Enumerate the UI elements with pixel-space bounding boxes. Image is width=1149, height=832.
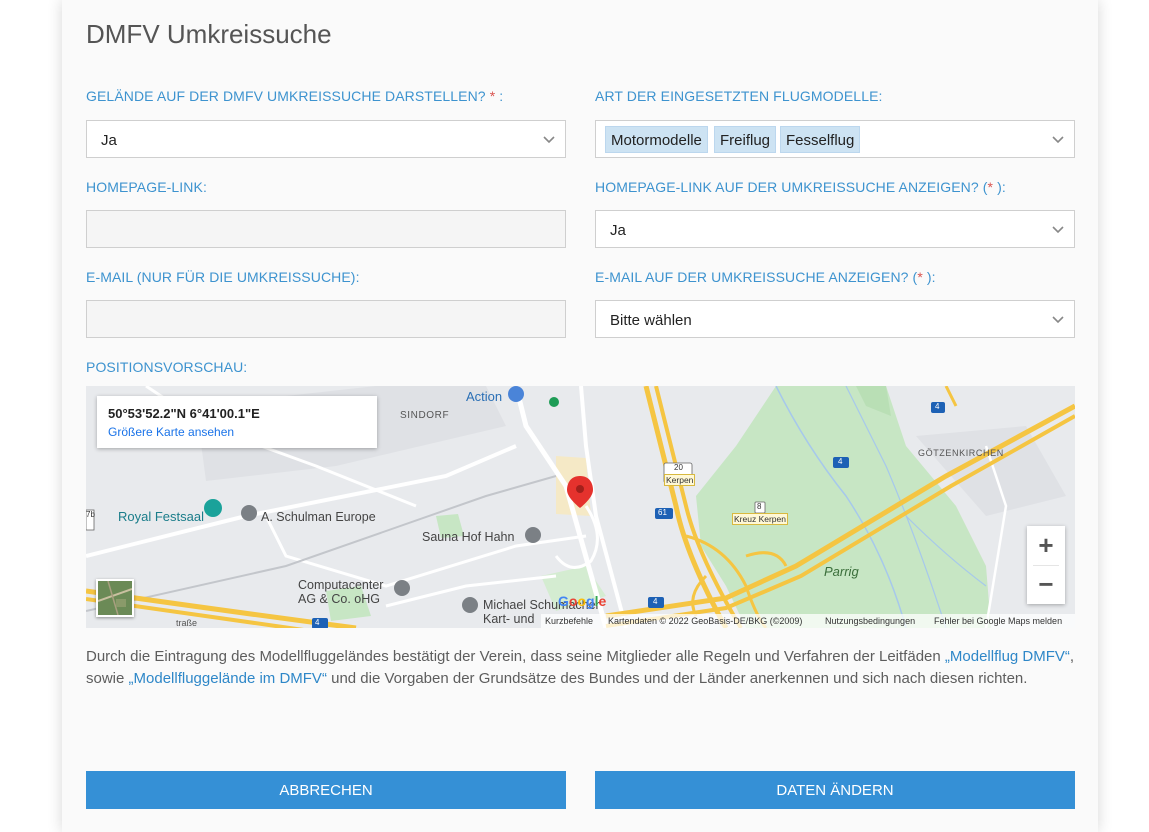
select-value: Ja [101, 132, 117, 149]
show-homepage-label: HOMEPAGE-LINK AUF DER UMKREISSUCHE ANZEI… [595, 179, 1006, 195]
zoom-in-button[interactable]: + [1027, 526, 1065, 565]
map-place-schulman: A. Schulman Europe [261, 510, 376, 524]
tag-fesselflug[interactable]: Fesselflug [780, 126, 861, 153]
disclaimer-text: Durch die Eintragung des Modellfluggelän… [86, 646, 1076, 690]
chevron-down-icon [1052, 226, 1064, 234]
show-homepage-select[interactable]: Ja [595, 210, 1075, 248]
road-shield-label: 4 [315, 618, 320, 627]
zoom-controls: + − [1027, 526, 1065, 604]
email-input[interactable] [86, 300, 566, 338]
label-prefix: E-MAIL AUF DER UMKREISSUCHE ANZEIGEN? ( [595, 269, 918, 285]
chevron-down-icon [543, 136, 555, 144]
map-place-sindorf: SINDORF [400, 410, 450, 421]
road-shield-label: 8 [757, 502, 762, 511]
select-value: Ja [610, 222, 626, 239]
chevron-down-icon [1052, 316, 1064, 324]
display-on-search-select[interactable]: Ja [86, 120, 566, 158]
google-logo-letter: g [586, 593, 595, 609]
road-shield-label: 61 [658, 508, 667, 517]
leitfaden-modellflug-link[interactable]: „Modellflug DMFV“ [945, 648, 1070, 665]
label-suffix: : [495, 88, 504, 104]
disclaimer-part: und die Vorgaben der Grundsätze des Bund… [326, 670, 1028, 687]
show-email-label: E-MAIL AUF DER UMKREISSUCHE ANZEIGEN? (*… [595, 269, 936, 285]
map-place-kreuz-kerpen: Kreuz Kerpen [732, 513, 788, 525]
page-title: DMFV Umkreissuche [86, 19, 332, 49]
select-value: Bitte wählen [610, 312, 692, 329]
road-shield-label: 4 [653, 597, 658, 606]
road-shield-label: 4 [935, 402, 940, 411]
map-shortcuts-link[interactable]: Kurzbefehle [545, 614, 593, 628]
display-on-search-label: GELÄNDE AUF DER DMFV UMKREISSUCHE DARSTE… [86, 88, 503, 104]
label-suffix: ): [993, 179, 1006, 195]
leitfaden-gelaende-link[interactable]: „Modellfluggelände im DMFV“ [129, 670, 327, 687]
map-place-goetzenkirchen: GÖTZENKIRCHEN [918, 448, 1004, 458]
label-suffix: ): [922, 269, 936, 285]
tag-motormodelle[interactable]: Motormodelle [605, 126, 708, 153]
map-place-royal-festsaal: Royal Festsaal [118, 509, 204, 524]
google-logo: Google [558, 593, 606, 609]
map-footer: Kurzbefehle Kartendaten © 2022 GeoBasis-… [541, 614, 1075, 628]
map-coordinates: 50°53'52.2"N 6°41'00.1"E [108, 406, 260, 421]
road-shield-label: 7b [86, 510, 95, 519]
map-place-kerpen: Kerpen [664, 474, 696, 486]
display-on-search-label-text: GELÄNDE AUF DER DMFV UMKREISSUCHE DARSTE… [86, 88, 486, 104]
map-embed[interactable]: Action SINDORF Royal Festsaal A. Schulma… [86, 386, 1075, 628]
map-info-box: 50°53'52.2"N 6°41'00.1"E Größere Karte a… [97, 396, 377, 448]
google-logo-letter: e [598, 593, 607, 609]
homepage-link-input[interactable] [86, 210, 566, 248]
satellite-toggle[interactable] [96, 579, 134, 617]
map-data-attribution: Kartendaten © 2022 GeoBasis-DE/BKG (©200… [608, 616, 803, 626]
road-shield-label: 4 [838, 457, 843, 466]
map-place-action: Action [466, 389, 503, 404]
road-shield-label: 20 [674, 463, 683, 472]
model-types-label: ART DER EINGESETZTEN FLUGMODELLE: [595, 88, 883, 104]
map-place-parrig: Parrig [824, 564, 859, 579]
model-types-multiselect[interactable]: Motormodelle Freiflug Fesselflug [595, 120, 1075, 158]
position-preview-label: POSITIONSVORSCHAU: [86, 359, 248, 375]
map-report-link[interactable]: Fehler bei Google Maps melden [934, 614, 1062, 628]
google-logo-letter: o [577, 593, 587, 609]
map-terms-link[interactable]: Nutzungsbedingungen [825, 614, 915, 628]
disclaimer-part: Durch die Eintragung des Modellfluggelän… [86, 648, 945, 665]
satellite-thumbnail-icon [97, 580, 133, 616]
submit-button[interactable]: DATEN ÄNDERN [595, 771, 1075, 809]
larger-map-link[interactable]: Größere Karte ansehen [108, 425, 234, 439]
map-place-strasse: traße [176, 618, 198, 628]
label-prefix: HOMEPAGE-LINK AUF DER UMKREISSUCHE ANZEI… [595, 179, 988, 195]
zoom-out-button[interactable]: − [1027, 565, 1065, 604]
email-label: E-MAIL (NUR FÜR DIE UMKREISSUCHE): [86, 269, 360, 285]
map-place-computacenter-1: Computacenter [298, 578, 384, 592]
map-place-computacenter-2: AG & Co. oHG [298, 592, 380, 606]
show-email-select[interactable]: Bitte wählen [595, 300, 1075, 338]
cancel-button[interactable]: ABBRECHEN [86, 771, 566, 809]
google-logo-letter: G [558, 593, 569, 609]
map-place-schumacher-2: Kart- und [483, 612, 535, 626]
tag-freiflug[interactable]: Freiflug [714, 126, 777, 153]
chevron-down-icon [1052, 136, 1064, 144]
homepage-link-label: HOMEPAGE-LINK: [86, 179, 207, 195]
map-place-sauna: Sauna Hof Hahn [422, 530, 515, 544]
